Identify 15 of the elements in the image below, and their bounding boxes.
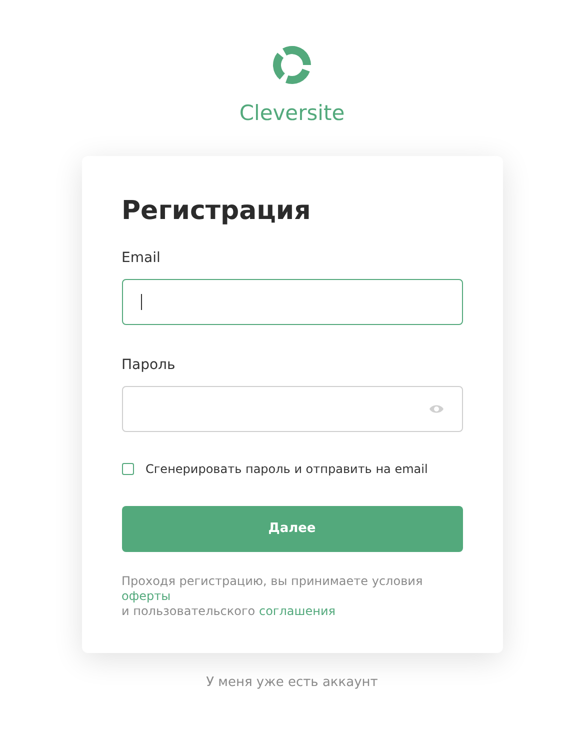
terms-text: Проходя регистрацию, вы принимаете условия оферты и пользовательского соглашения — [122, 574, 424, 618]
email-field[interactable] — [122, 278, 462, 324]
password-field[interactable] — [122, 386, 462, 432]
form-title: Регистрация — [122, 194, 312, 228]
eye-icon[interactable] — [428, 404, 444, 414]
brand-name: Cleversite — [239, 100, 345, 127]
checkbox[interactable] — [122, 462, 134, 474]
offer-link[interactable]: оферты — [122, 588, 171, 602]
checkbox-label: Сгенерировать пароль и отправить на email — [146, 460, 428, 478]
next-button[interactable]: Далее — [122, 506, 462, 552]
field-label: Пароль — [122, 356, 176, 374]
agreement-link[interactable]: соглашения — [258, 604, 336, 618]
logo-icon — [271, 44, 313, 86]
field-label: Email — [122, 248, 162, 268]
login-link[interactable]: У меня уже есть аккаунт — [206, 672, 378, 692]
